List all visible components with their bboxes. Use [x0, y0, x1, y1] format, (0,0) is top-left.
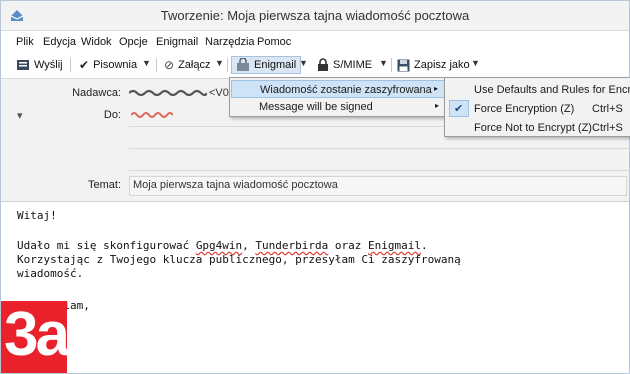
subject-value: Moja pierwsza tajna wiadomość pocztowa [133, 179, 338, 191]
encryption-submenu: Use Defaults and Rules for Encryp ✔ Forc… [444, 77, 630, 137]
enigmail-dropdown-menu: Wiadomość zostanie zaszyfrowana ▸ Messag… [229, 77, 447, 117]
send-label: Wyślij [34, 59, 63, 71]
attach-button[interactable]: ⊘ Załącz [164, 56, 210, 74]
submenu-arrow-icon: ▸ [433, 84, 438, 93]
message-body[interactable]: Witaj! Udało mi się skonfigurować Gpg4wi… [1, 203, 629, 373]
save-as-dropdown-arrow[interactable]: ▼ [471, 58, 480, 68]
body-text: , [242, 239, 256, 252]
menu-item-label: Force Encryption (Z) [474, 103, 575, 115]
address-row-divider [129, 170, 629, 171]
smime-dropdown-arrow[interactable]: ▼ [379, 58, 388, 68]
redacted-recipient[interactable] [131, 111, 173, 119]
misspelled-word: Tunderbirda [255, 239, 329, 252]
checkmark-icon: ✔ [79, 58, 90, 72]
address-row-divider [129, 148, 629, 149]
spelling-label: Pisownia [93, 59, 138, 71]
body-line-1: Udało mi się skonfigurować Gpg4win, Tund… [17, 239, 428, 252]
menu-item-signing[interactable]: Message will be signed ▸ [231, 98, 445, 116]
checkmark-icon: ✔ [449, 100, 469, 117]
save-as-button[interactable]: Zapisz jako [397, 56, 470, 74]
attach-label: Załącz [178, 59, 211, 71]
send-icon [17, 60, 29, 70]
collapse-icon[interactable]: ▾ [17, 109, 23, 122]
step-badge-label: 3a [4, 300, 70, 369]
body-greeting: Witaj! [17, 209, 57, 222]
body-line-2: Korzystając z Twojego klucza publicznego… [17, 253, 461, 266]
toolbar-separator [70, 58, 71, 72]
submenu-arrow-icon: ▸ [434, 101, 439, 110]
body-line-3: wiadomość. [17, 267, 84, 280]
menu-widok[interactable]: Widok [81, 36, 112, 48]
menu-edycja[interactable]: Edycja [43, 36, 76, 48]
enigmail-button[interactable]: Enigmail [231, 56, 302, 74]
from-label: Nadawca: [72, 87, 121, 99]
menu-narzedzia[interactable]: Narzędzia [205, 36, 255, 48]
lock-icon [318, 58, 328, 71]
attach-dropdown-arrow[interactable]: ▼ [215, 58, 224, 68]
menu-bar: Plik Edycja Widok Opcje Enigmail Narzędz… [1, 34, 629, 52]
enigmail-dropdown-arrow[interactable]: ▼ [299, 58, 308, 68]
smime-button[interactable]: S/MIME [317, 56, 372, 74]
menu-pomoc[interactable]: Pomoc [257, 36, 291, 48]
misspelled-word: Enigmail [368, 239, 422, 252]
toolbar-separator [156, 58, 157, 72]
redacted-sender [129, 89, 207, 97]
enigmail-icon [237, 58, 249, 71]
toolbar-separator [227, 58, 228, 72]
menu-item-shortcut: Ctrl+S [592, 103, 623, 115]
menu-opcje[interactable]: Opcje [119, 36, 148, 48]
menu-enigmail[interactable]: Enigmail [156, 36, 198, 48]
title-bar: Tworzenie: Moja pierwsza tajna wiadomość… [1, 1, 629, 31]
menu-item-encryption[interactable]: Wiadomość zostanie zaszyfrowana ▸ [231, 80, 445, 98]
toolbar: Wyślij ✔ Pisownia ▼ ⊘ Załącz ▼ Enigmail … [1, 54, 629, 76]
spelling-button[interactable]: ✔ Pisownia [79, 56, 137, 74]
menu-item-label: Force Not to Encrypt (Z) [474, 122, 592, 134]
to-label: Do: [103, 109, 121, 121]
menu-item-use-defaults[interactable]: Use Defaults and Rules for Encryp [446, 80, 630, 99]
toolbar-separator [391, 58, 392, 72]
menu-item-force-encryption[interactable]: ✔ Force Encryption (Z) Ctrl+S [446, 99, 630, 118]
floppy-disk-icon [397, 59, 410, 71]
menu-plik[interactable]: Plik [16, 36, 34, 48]
body-text: . [421, 239, 428, 252]
compose-window: Tworzenie: Moja pierwsza tajna wiadomość… [0, 0, 630, 374]
paperclip-icon: ⊘ [164, 58, 175, 72]
send-button[interactable]: Wyślij [16, 56, 63, 74]
window-title: Tworzenie: Moja pierwsza tajna wiadomość… [160, 8, 470, 23]
from-value[interactable]: <V0 [209, 87, 229, 99]
menu-item-label: Use Defaults and Rules for Encryp [474, 84, 630, 96]
menu-item-label: Message will be signed [259, 101, 373, 113]
spelling-dropdown-arrow[interactable]: ▼ [142, 58, 151, 68]
menu-item-force-not-encrypt[interactable]: Force Not to Encrypt (Z) Ctrl+S [446, 118, 630, 136]
menu-item-label: Wiadomość zostanie zaszyfrowana [260, 84, 432, 96]
menu-item-shortcut: Ctrl+S [592, 122, 623, 134]
body-text: oraz [328, 239, 369, 252]
smime-label: S/MIME [333, 59, 373, 71]
enigmail-label: Enigmail [254, 59, 297, 71]
save-as-label: Zapisz jako [414, 59, 470, 71]
misspelled-word: Gpg4win [195, 239, 243, 252]
subject-label: Temat: [87, 179, 121, 191]
step-badge: 3a [1, 300, 70, 373]
body-text: Udało mi się skonfigurować [17, 239, 196, 252]
